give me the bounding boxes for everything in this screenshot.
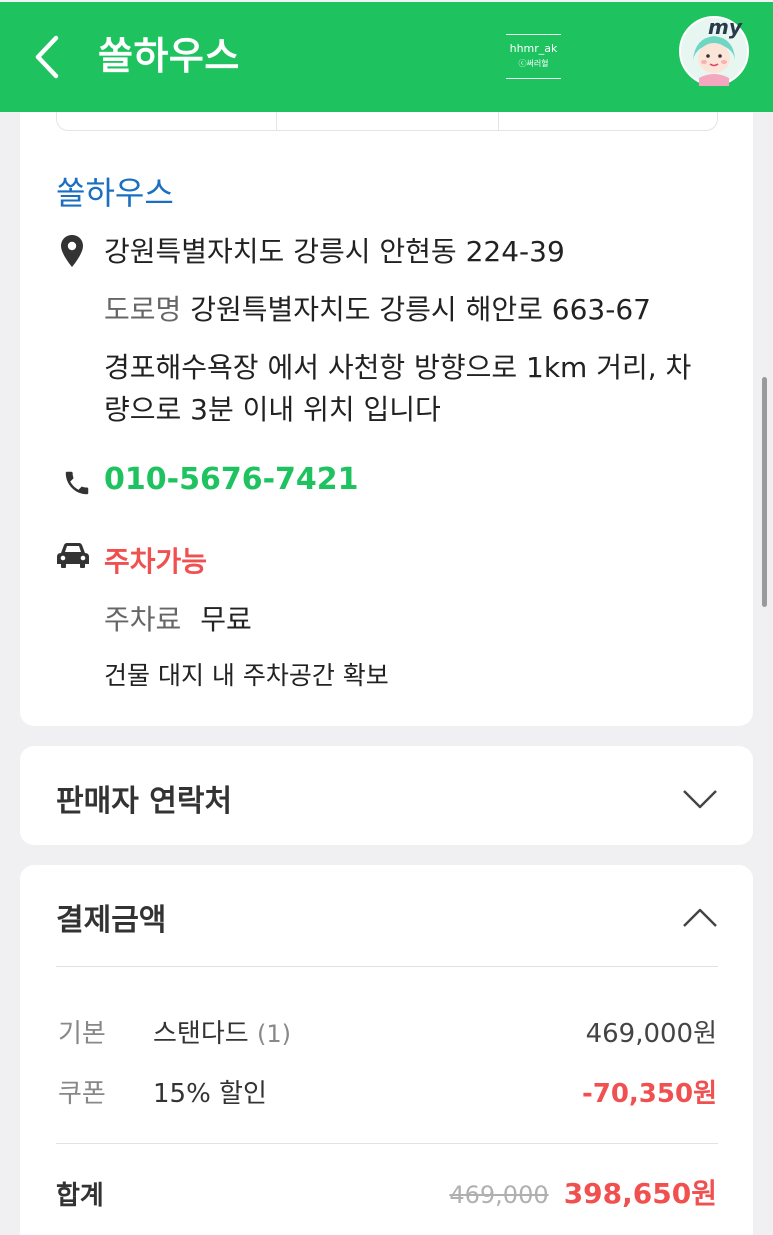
map-pin-icon [61,235,83,267]
address-text: 강원특별자치도 강릉시 안현동 224-39 [104,235,565,268]
seller-contact-title: 판매자 연락처 [56,784,233,819]
my-label: my [708,15,743,39]
directions-line-1: 경포해수욕장 에서 사천항 방향으로 1km 거리, 차 [104,351,692,384]
parking-note: 건물 대지 내 주차공간 확보 [104,661,389,690]
segment-strip [56,112,718,131]
seller-contact-card[interactable]: 판매자 연락처 [20,746,753,845]
place-name: 쏠하우스 [56,174,174,212]
road-address-label: 도로명 [104,293,182,326]
coupon-label: 쿠폰 [58,1079,106,1109]
total-final-price: 398,650원 [563,1177,717,1210]
segment-divider [498,112,499,130]
divider [56,966,718,967]
watermark-top-text: hhmr_ak [509,42,558,55]
coupon-item: 15% 할인 [153,1079,267,1109]
chevron-up-icon[interactable] [682,907,718,929]
coupon-discount: -70,350원 [581,1079,717,1109]
base-label: 기본 [58,1019,106,1049]
scrollbar[interactable] [762,377,767,607]
total-amount: 469,000 398,650원 [449,1172,717,1212]
phone-icon [65,471,89,495]
car-icon [57,543,89,568]
parking-fee-value: 무료 [200,603,252,636]
base-item-name: 스탠다드 [153,1019,249,1049]
chevron-down-icon[interactable] [682,788,718,810]
total-label: 합계 [56,1181,104,1211]
base-item: 스탠다드 (1) [153,1013,291,1050]
parking-fee-row: 주차료 무료 [104,598,252,638]
directions-line-2: 량으로 3분 이내 위치 입니다 [104,393,441,426]
total-original-price: 469,000 [449,1181,549,1209]
payment-card: 결제금액 기본 스탠다드 (1) 469,000원 쿠폰 15% 할인 -70,… [20,865,753,1235]
base-item-qty: (1) [256,1020,291,1048]
segment-divider [276,112,277,130]
road-address-row: 도로명 강원특별자치도 강릉시 해안로 663-67 [104,288,651,328]
divider [56,1143,718,1144]
phone-link[interactable]: 010-5676-7421 [104,462,359,497]
watermark: hhmr_ak ⓒ써러혈 [506,34,561,79]
watermark-bottom-text: ⓒ써러혈 [518,59,549,68]
page-title: 쏠하우스 [98,34,240,78]
parking-status: 주차가능 [104,545,208,578]
svg-text:my: my [708,15,743,39]
road-address-text: 강원특별자치도 강릉시 해안로 663-67 [190,293,651,326]
payment-title: 결제금액 [56,903,167,938]
location-info-card: 쏠하우스 강원특별자치도 강릉시 안현동 224-39 도로명 강원특별자치도 … [20,112,753,726]
base-price: 469,000원 [585,1019,717,1049]
back-arrow-icon[interactable] [30,34,64,80]
app-header: 쏠하우스 hhmr_ak ⓒ써러혈 my [0,0,773,112]
parking-fee-label: 주차료 [104,603,182,636]
